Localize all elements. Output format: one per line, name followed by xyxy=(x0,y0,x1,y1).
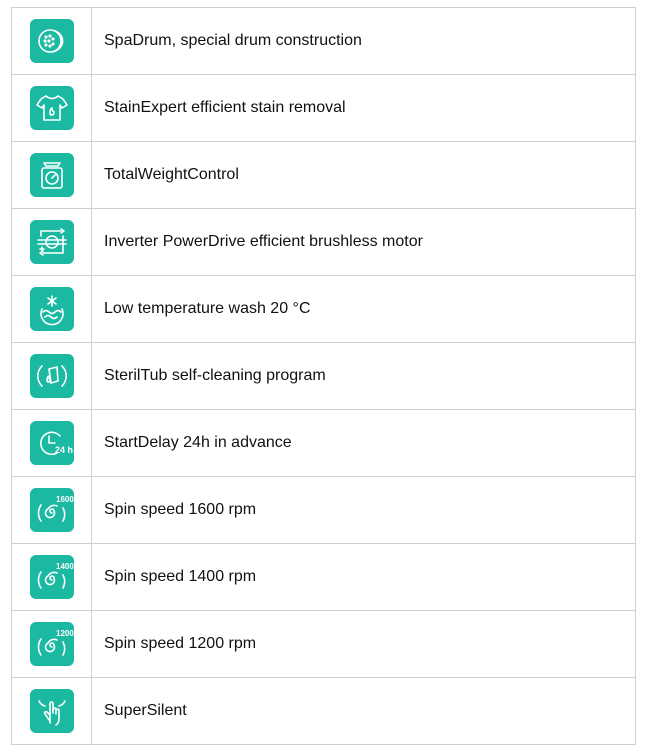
table-row: SuperSilent xyxy=(11,677,636,745)
steriltub-icon xyxy=(29,354,74,398)
icon-cell: 1400 xyxy=(11,543,92,611)
shirt-stain-icon xyxy=(29,86,74,130)
table-row: 24 h StartDelay 24h in advance xyxy=(11,409,636,477)
icon-cell xyxy=(11,342,92,410)
table-row: SterilTub self-cleaning program xyxy=(11,342,636,410)
table-row: StainExpert efficient stain removal xyxy=(11,74,636,142)
feature-label: StainExpert efficient stain removal xyxy=(91,74,636,142)
spin-speed-icon: 1400 xyxy=(29,555,74,599)
table-row: SpaDrum, special drum construction xyxy=(11,7,636,75)
icon-cell xyxy=(11,141,92,209)
feature-label: SpaDrum, special drum construction xyxy=(91,7,636,75)
spin-speed-badge: 1400 xyxy=(56,562,74,571)
icon-cell: 1600 xyxy=(11,476,92,544)
features-table: SpaDrum, special drum construction Stain… xyxy=(11,7,636,745)
table-row: 1400 Spin speed 1400 rpm xyxy=(11,543,636,611)
table-row: Low temperature wash 20 °C xyxy=(11,275,636,343)
feature-label: TotalWeightControl xyxy=(91,141,636,209)
icon-cell xyxy=(11,74,92,142)
feature-label: Spin speed 1200 rpm xyxy=(91,610,636,678)
icon-cell: 1200 xyxy=(11,610,92,678)
spadrum-icon xyxy=(29,19,74,63)
feature-label: SterilTub self-cleaning program xyxy=(91,342,636,410)
icon-cell xyxy=(11,677,92,745)
table-row: Inverter PowerDrive efficient brushless … xyxy=(11,208,636,276)
feature-label: Inverter PowerDrive efficient brushless … xyxy=(91,208,636,276)
feature-label: StartDelay 24h in advance xyxy=(91,409,636,477)
feature-label: Low temperature wash 20 °C xyxy=(91,275,636,343)
table-row: TotalWeightControl xyxy=(11,141,636,209)
icon-cell xyxy=(11,7,92,75)
low-temperature-icon xyxy=(29,287,74,331)
table-row: 1200 Spin speed 1200 rpm xyxy=(11,610,636,678)
spin-speed-badge: 1200 xyxy=(56,629,74,638)
icon-cell xyxy=(11,275,92,343)
scale-icon xyxy=(29,153,74,197)
inverter-motor-icon xyxy=(29,220,74,264)
feature-label: Spin speed 1400 rpm xyxy=(91,543,636,611)
spin-speed-badge: 1600 xyxy=(56,495,74,504)
spin-speed-icon: 1200 xyxy=(29,622,74,666)
supersilent-icon xyxy=(29,689,74,733)
start-delay-badge: 24 h xyxy=(55,445,73,455)
icon-cell xyxy=(11,208,92,276)
table-row: 1600 Spin speed 1600 rpm xyxy=(11,476,636,544)
icon-cell: 24 h xyxy=(11,409,92,477)
feature-label: SuperSilent xyxy=(91,677,636,745)
start-delay-icon: 24 h xyxy=(29,421,74,465)
feature-label: Spin speed 1600 rpm xyxy=(91,476,636,544)
spin-speed-icon: 1600 xyxy=(29,488,74,532)
